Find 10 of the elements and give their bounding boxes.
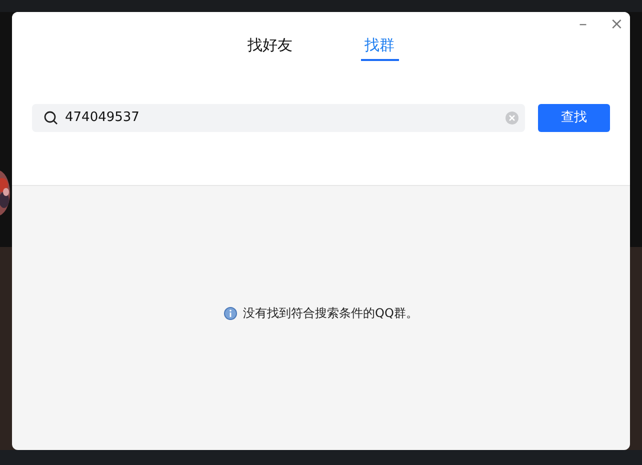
no-results-message: 没有找到符合搜索条件的QQ群。 (243, 305, 418, 322)
tab[interactable]: 找好友 (244, 34, 296, 60)
info-icon (224, 306, 238, 320)
close-button[interactable]: × (606, 14, 628, 34)
clear-icon[interactable] (505, 110, 519, 124)
search-field[interactable]: 474049537 (32, 104, 525, 132)
tab[interactable]: 找群 (360, 34, 398, 60)
search-button[interactable]: 查找 (538, 104, 610, 132)
minimize-button[interactable]: – (575, 14, 591, 34)
search-icon (44, 110, 58, 124)
